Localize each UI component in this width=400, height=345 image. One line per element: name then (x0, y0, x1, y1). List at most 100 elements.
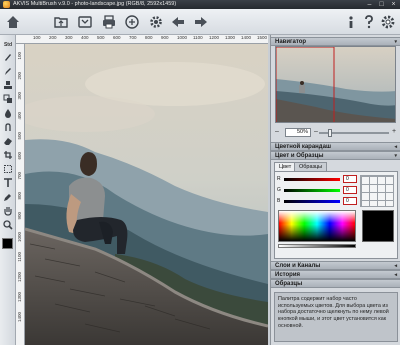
color-spectrum[interactable] (278, 210, 356, 242)
save-icon[interactable] (76, 13, 94, 31)
help-icon[interactable] (360, 13, 378, 31)
zoom-in-icon[interactable]: + (392, 128, 396, 136)
expand-arrow-icon[interactable]: ◂ (394, 271, 397, 279)
vertical-ruler: 100 200 300 400 500 600 700 800 900 1000 1100 1200 1… (16, 44, 25, 345)
tab-color[interactable]: Цвет (274, 162, 297, 171)
navigator-preview[interactable] (275, 46, 396, 123)
ruler-tick-label: 300 (65, 35, 73, 40)
swatches-description: Палитра содержит набор часто используемы… (274, 292, 398, 342)
ruler-tick-label: 700 (129, 35, 137, 40)
tab-swatches[interactable]: Образцы (294, 162, 328, 171)
red-channel-row: R 0 (277, 175, 361, 183)
ruler-tick-label: 300 (17, 92, 22, 100)
title-bar: AKVIS MultiBrush v.9.0 - photo-landscape… (0, 0, 400, 9)
window-controls: – □ × (366, 1, 397, 8)
foreground-color-swatch[interactable] (2, 238, 13, 249)
ruler-tick-label: 1100 (17, 252, 22, 262)
eyedropper-icon[interactable] (2, 191, 14, 203)
color-picker-area: R 0 G 0 B 0 (274, 171, 398, 259)
print-icon[interactable] (100, 13, 118, 31)
main-toolbar (0, 9, 400, 35)
red-label: R (277, 176, 281, 182)
brush-icon[interactable] (2, 51, 14, 63)
right-panel: Навигатор ▾ – 50% – + Цветной карандаш ◂… (270, 35, 400, 345)
select-icon[interactable] (2, 163, 14, 175)
swatches-panel-header[interactable]: Образцы (271, 279, 400, 288)
green-channel-row: G 0 (277, 186, 361, 194)
ruler-tick-label: 600 (17, 152, 22, 160)
blue-slider[interactable] (284, 200, 340, 203)
ruler-tick-label: 1400 (241, 35, 252, 40)
navigator-panel-header[interactable]: Навигатор ▾ (271, 37, 400, 46)
ruler-tick-label: 1400 (17, 312, 22, 323)
ruler-tick-label: 100 (33, 35, 41, 40)
green-label: G (277, 187, 281, 193)
collapse-arrow-icon[interactable]: ▾ (394, 152, 397, 160)
close-icon[interactable]: × (390, 1, 397, 8)
ruler-tick-label: 500 (97, 35, 105, 40)
layers-panel-header[interactable]: Слои и Каналы ◂ (271, 261, 400, 270)
red-value-field[interactable]: 0 (343, 175, 357, 183)
pencil-icon[interactable] (2, 65, 14, 77)
minimize-icon[interactable]: – (366, 1, 373, 8)
pencil-color-panel-header[interactable]: Цветной карандаш ◂ (271, 142, 400, 151)
hand-icon[interactable] (2, 205, 14, 217)
zoom-field[interactable]: 50% (285, 128, 311, 137)
zoom-out-button-icon[interactable]: – (314, 128, 318, 136)
ruler-tick-label: 600 (113, 35, 121, 40)
preferences-gear-icon[interactable] (379, 13, 397, 31)
recent-colors-grid[interactable] (360, 175, 394, 207)
horizontal-ruler: 100 200 300 400 500 600 700 800 900 1000 1100 1200 1… (16, 35, 268, 44)
ruler-tick-label: 900 (161, 35, 169, 40)
ruler-tick-label: 800 (17, 192, 22, 200)
zoom-icon[interactable] (2, 219, 14, 231)
blue-channel-row: B 0 (277, 197, 361, 205)
crop-icon[interactable] (2, 149, 14, 161)
settings-gear-icon[interactable] (147, 13, 165, 31)
ruler-tick-label: 1500 (257, 35, 268, 40)
ruler-tick-label: 200 (17, 72, 22, 80)
swatches-panel-title: Образцы (275, 281, 303, 287)
home-icon[interactable] (4, 13, 22, 31)
window-title: AKVIS MultiBrush v.9.0 - photo-landscape… (13, 1, 177, 7)
app-logo-icon (3, 1, 10, 8)
undo-arrow-icon[interactable] (169, 13, 187, 31)
ruler-tick-label: 1200 (209, 35, 220, 40)
share-icon[interactable] (123, 13, 141, 31)
eraser-icon[interactable] (2, 135, 14, 147)
ruler-tick-label: 1000 (177, 35, 188, 40)
maximize-icon[interactable]: □ (378, 1, 385, 8)
ruler-tick-label: 1200 (17, 272, 22, 283)
text-icon[interactable] (2, 177, 14, 189)
ruler-tick-label: 400 (17, 112, 22, 120)
history-panel-header[interactable]: История ◂ (271, 270, 400, 279)
ruler-tick-label: 800 (145, 35, 153, 40)
layers-panel-title: Слои и Каналы (275, 263, 321, 269)
grayscale-strip[interactable] (278, 244, 356, 248)
info-icon[interactable] (342, 13, 360, 31)
color-swatches-panel-header[interactable]: Цвет и Образцы ▾ (271, 151, 400, 160)
blue-value-field[interactable]: 0 (343, 197, 357, 205)
drop-icon[interactable] (2, 107, 14, 119)
open-file-icon[interactable] (52, 13, 70, 31)
image-canvas[interactable] (25, 44, 268, 345)
green-value-field[interactable]: 0 (343, 186, 357, 194)
green-slider[interactable] (284, 189, 340, 192)
red-slider[interactable] (284, 178, 340, 181)
ruler-tick-label: 400 (81, 35, 89, 40)
collapse-arrow-icon[interactable]: ▾ (394, 38, 397, 46)
zoom-slider-thumb[interactable] (327, 129, 332, 137)
clone-icon[interactable] (2, 93, 14, 105)
expand-arrow-icon[interactable]: ◂ (394, 262, 397, 270)
zoom-out-icon[interactable]: – (275, 128, 279, 136)
color-tabs: Цвет Образцы (274, 162, 398, 171)
redo-arrow-icon[interactable] (192, 13, 210, 31)
navigator-panel-title: Навигатор (275, 39, 307, 45)
stamp-icon[interactable] (2, 79, 14, 91)
ruler-tick-label: 200 (49, 35, 57, 40)
preset-label[interactable]: Std (1, 42, 15, 48)
expand-arrow-icon[interactable]: ◂ (394, 143, 397, 151)
blue-label: B (277, 198, 281, 204)
current-color-swatch (362, 210, 394, 242)
smudge-icon[interactable] (2, 121, 14, 133)
